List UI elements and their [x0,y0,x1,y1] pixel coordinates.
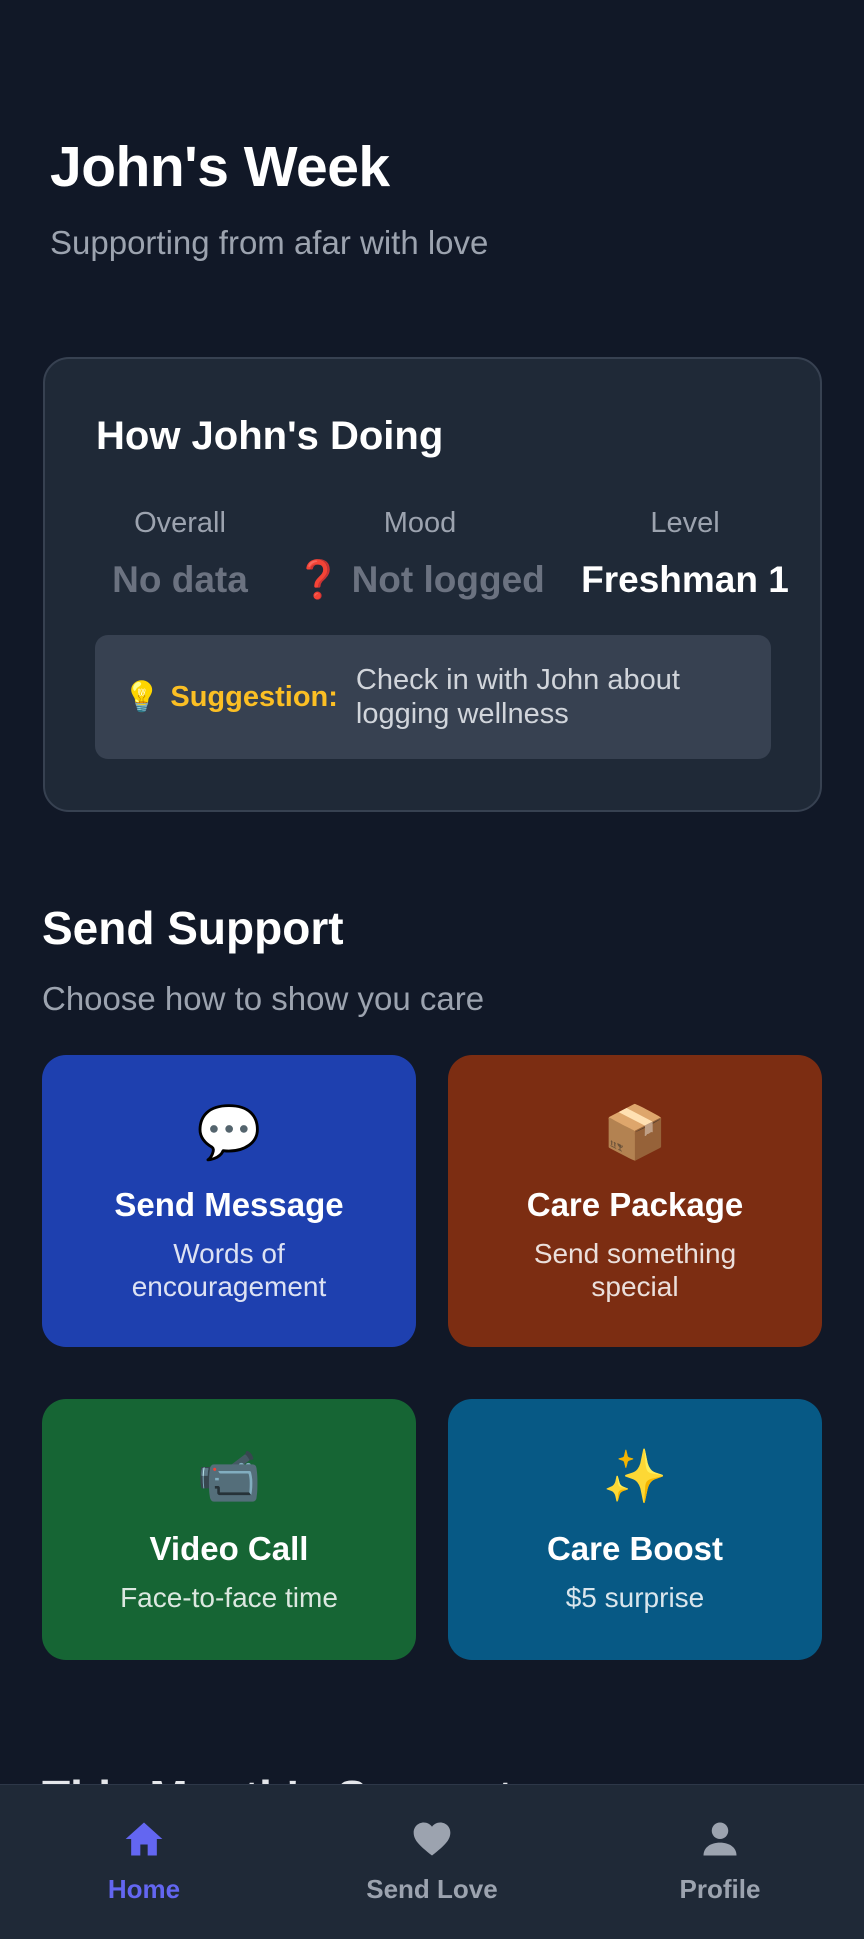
heart-icon [413,1822,451,1856]
metric-overall-value: No data [112,559,248,600]
care-package-button[interactable]: 📦 Care Package Send something special [448,1055,822,1347]
care-boost-title: Care Boost [546,1530,724,1567]
video-call-button[interactable]: 📹 Video Call Face-to-face time [42,1399,416,1660]
metric-level-value: Freshman 1 [581,559,789,600]
send-support-title: Send Support [42,902,344,954]
lightbulb-icon: 💡 [123,680,161,714]
care-boost-button[interactable]: ✨ Care Boost $5 surprise [448,1399,822,1660]
care-package-title: Care Package [526,1186,744,1223]
send-message-button[interactable]: 💬 Send Message Words of encouragement [42,1055,416,1347]
metric-overall: Overall No data [105,505,255,603]
send-message-title: Send Message [114,1186,344,1223]
suggestion-label: Suggestion: [170,680,338,713]
video-call-title: Video Call [149,1530,309,1567]
suggestion-box: 💡 Suggestion: Check in with John about l… [95,635,771,759]
app-screen: John's Week Supporting from afar with lo… [0,0,864,1939]
page-subtitle: Supporting from afar with love [50,224,489,261]
person-icon [703,1822,737,1856]
metric-overall-label: Overall [134,507,226,539]
speech-bubble-icon: 💬 [196,1104,262,1162]
metric-mood-label: Mood [383,507,457,539]
metric-level-label: Level [650,507,720,539]
metric-mood: Mood ❓ Not logged [275,505,565,603]
wellness-status-card: How John's Doing Overall No data Mood ❓ … [43,357,822,812]
nav-item-profile[interactable]: Profile [576,1785,864,1939]
send-message-subtitle: Words of encouragement [131,1238,327,1302]
home-icon [125,1822,163,1856]
care-boost-subtitle: $5 surprise [565,1582,705,1613]
package-icon: 📦 [602,1104,668,1162]
sparkles-icon: ✨ [602,1448,668,1506]
nav-send-love-label: Send Love [366,1874,498,1904]
nav-home-label: Home [107,1874,181,1904]
nav-item-send-love[interactable]: Send Love [288,1785,576,1939]
video-camera-icon: 📹 [196,1448,262,1506]
care-package-subtitle: Send something special [533,1238,737,1302]
bottom-navigation: Home Send Love Profile [0,1784,864,1939]
status-card-title: How John's Doing [96,414,444,458]
page-title: John's Week [50,135,390,199]
send-support-subtitle: Choose how to show you care [42,980,485,1017]
metric-level: Level Freshman 1 [545,505,825,603]
nav-profile-label: Profile [679,1874,761,1904]
metric-mood-value: ❓ Not logged [295,559,545,600]
suggestion-text: Check in with John about logging wellnes… [355,664,680,730]
page-header: John's Week Supporting from afar with lo… [50,128,488,264]
nav-item-home[interactable]: Home [0,1785,288,1939]
video-call-subtitle: Face-to-face time [120,1582,338,1613]
